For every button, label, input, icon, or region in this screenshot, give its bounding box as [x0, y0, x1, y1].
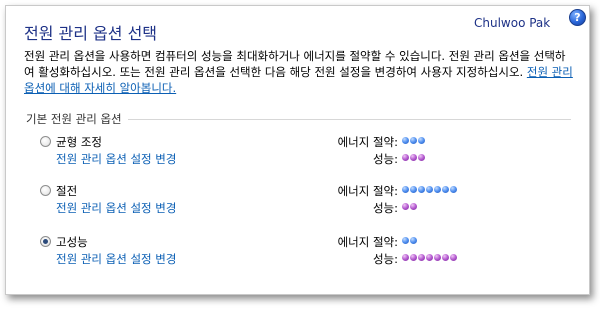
change-plan-settings-link[interactable]: 전원 관리 옵션 설정 변경	[56, 251, 176, 267]
section-label: 기본 전원 관리 옵션	[26, 111, 128, 127]
performance-dot-icon	[442, 254, 449, 261]
plan-radio-high-performance[interactable]	[40, 236, 51, 247]
energy-dot-icon	[402, 186, 409, 193]
energy-dot-icon	[450, 186, 457, 193]
performance-rating	[402, 154, 425, 162]
energy-rating	[402, 237, 417, 245]
performance-rating	[402, 203, 417, 211]
energy-rating	[402, 186, 457, 194]
description: 전원 관리 옵션을 사용하면 컴퓨터의 성능을 최대화하거나 에너지를 절약할 …	[24, 48, 576, 96]
energy-dot-icon	[410, 137, 417, 144]
performance-dot-icon	[426, 254, 433, 261]
change-plan-settings-link[interactable]: 전원 관리 옵션 설정 변경	[56, 200, 176, 216]
energy-dot-icon	[410, 186, 417, 193]
plan-radio-power-saver[interactable]	[40, 185, 51, 196]
energy-dot-icon	[418, 186, 425, 193]
energy-dot-icon	[434, 186, 441, 193]
energy-dot-icon	[442, 186, 449, 193]
energy-saving-label: 에너지 절약:	[337, 184, 398, 198]
plan-name[interactable]: 고성능	[56, 234, 88, 250]
power-options-panel: 전원 관리 옵션 선택 Chulwoo Pak ? 전원 관리 옵션을 사용하면…	[5, 5, 590, 295]
performance-label: 성능:	[372, 152, 398, 166]
performance-dot-icon	[402, 154, 409, 161]
help-icon[interactable]: ?	[569, 9, 586, 26]
performance-dot-icon	[410, 203, 417, 210]
energy-dot-icon	[418, 137, 425, 144]
energy-rating	[402, 137, 425, 145]
energy-dot-icon	[402, 137, 409, 144]
plan-radio-balanced[interactable]	[40, 136, 51, 147]
plan-balanced: 균형 조정 전원 관리 옵션 설정 변경 에너지 절약: 성능:	[40, 134, 570, 174]
performance-dot-icon	[418, 154, 425, 161]
performance-dot-icon	[418, 254, 425, 261]
performance-dot-icon	[402, 203, 409, 210]
performance-dot-icon	[410, 254, 417, 261]
plan-power-saver: 절전 전원 관리 옵션 설정 변경 에너지 절약: 성능:	[40, 183, 570, 223]
change-plan-settings-link[interactable]: 전원 관리 옵션 설정 변경	[56, 151, 176, 167]
author-label: Chulwoo Pak	[474, 16, 551, 30]
performance-rating	[402, 254, 457, 262]
plan-name[interactable]: 절전	[56, 183, 77, 199]
plan-high-performance: 고성능 전원 관리 옵션 설정 변경 에너지 절약: 성능:	[40, 234, 570, 274]
energy-saving-label: 에너지 절약:	[337, 135, 398, 149]
page-title: 전원 관리 옵션 선택	[24, 24, 158, 43]
performance-label: 성능:	[372, 252, 398, 266]
performance-dot-icon	[450, 254, 457, 261]
performance-dot-icon	[410, 154, 417, 161]
performance-dot-icon	[434, 254, 441, 261]
performance-dot-icon	[402, 254, 409, 261]
performance-label: 성능:	[372, 201, 398, 215]
energy-dot-icon	[402, 237, 409, 244]
energy-dot-icon	[426, 186, 433, 193]
energy-saving-label: 에너지 절약:	[337, 235, 398, 249]
plan-name[interactable]: 균형 조정	[56, 134, 102, 150]
energy-dot-icon	[410, 237, 417, 244]
description-text: 전원 관리 옵션을 사용하면 컴퓨터의 성능을 최대화하거나 에너지를 절약할 …	[24, 49, 566, 79]
